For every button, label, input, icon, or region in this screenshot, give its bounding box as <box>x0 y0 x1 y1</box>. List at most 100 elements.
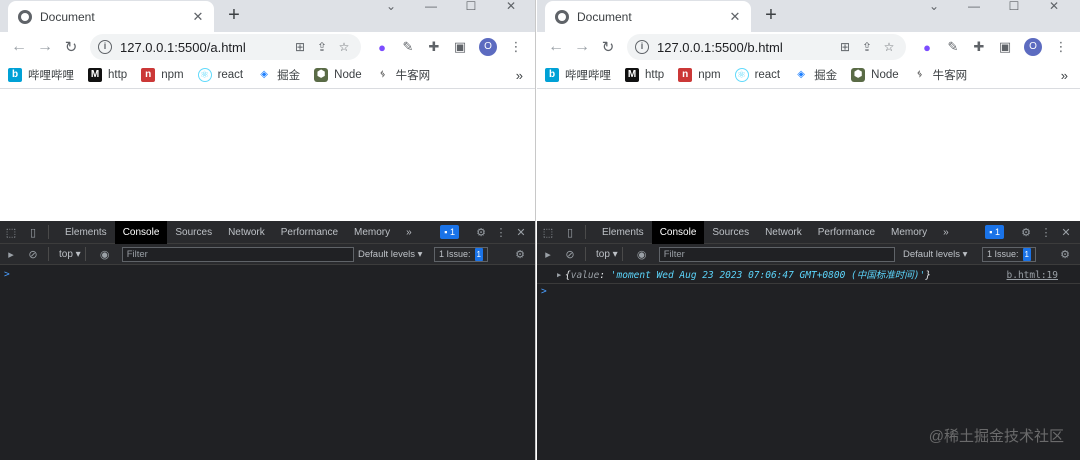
bookmark-node[interactable]: ⬢ Node <box>851 68 899 82</box>
clear-console-icon[interactable]: ⊘ <box>559 248 581 261</box>
console-prompt[interactable]: > <box>0 267 535 283</box>
settings-gear-icon[interactable]: ⚙ <box>471 226 491 239</box>
bookmark-react[interactable]: ⚛ react <box>734 68 780 82</box>
extension-icon[interactable]: ✎ <box>395 39 421 55</box>
context-selector[interactable]: top ▾ <box>596 249 618 260</box>
extension-icon[interactable]: ● <box>369 40 395 55</box>
inspect-element-icon[interactable]: ⬚ <box>0 226 22 239</box>
close-window-icon[interactable]: ✕ <box>491 0 531 14</box>
bookmarks-overflow-button[interactable]: » <box>1061 68 1068 83</box>
bookmark-star-icon[interactable]: ☆ <box>878 40 900 54</box>
expand-triangle-icon[interactable]: ▶ <box>557 267 561 284</box>
sidebar-toggle-icon[interactable]: ▸ <box>0 248 22 261</box>
new-tab-button[interactable]: + <box>224 4 244 26</box>
eye-icon[interactable]: ◉ <box>94 248 116 261</box>
devtools-tab-network[interactable]: Network <box>757 221 810 244</box>
bookmark-bilibili[interactable]: b 哔哩哔哩 <box>545 67 611 83</box>
new-tab-button[interactable]: + <box>761 4 781 26</box>
message-count-badge[interactable]: ▪ 1 <box>440 225 459 239</box>
devtools-tab-memory[interactable]: Memory <box>346 221 398 244</box>
kebab-menu-icon[interactable]: ⋮ <box>491 226 511 239</box>
bookmark-http[interactable]: Mhttp <box>88 68 127 82</box>
bookmark-nowcoder[interactable]: ᛃ 牛客网 <box>912 67 967 83</box>
console-filter-input[interactable]: Filter <box>658 246 895 262</box>
message-count-badge[interactable]: ▪ 1 <box>985 225 1004 239</box>
tab-search-icon[interactable]: ⌄ <box>371 0 411 14</box>
info-icon[interactable]: i <box>98 40 112 54</box>
devtools-tab-elements[interactable]: Elements <box>594 221 652 244</box>
puzzle-icon[interactable]: ✚ <box>421 39 447 55</box>
reload-icon[interactable]: ↻ <box>595 38 621 56</box>
issues-button[interactable]: 1 Issue: 1 <box>434 247 488 262</box>
side-panel-icon[interactable]: ▣ <box>992 39 1018 55</box>
share-icon[interactable]: ⇪ <box>311 40 333 54</box>
eye-icon[interactable]: ◉ <box>631 248 653 261</box>
more-tabs-button[interactable]: » <box>398 221 420 244</box>
devtools-tab-console[interactable]: Console <box>651 220 705 244</box>
puzzle-icon[interactable]: ✚ <box>966 39 992 55</box>
log-levels-dropdown[interactable]: Default levels ▾ <box>903 249 967 260</box>
reload-icon[interactable]: ↻ <box>58 38 84 56</box>
console-filter-input[interactable]: Filter <box>121 246 354 262</box>
close-window-icon[interactable]: ✕ <box>1034 0 1074 14</box>
back-icon[interactable]: ← <box>543 38 569 56</box>
browser-tab[interactable]: Document ✕ <box>545 1 751 32</box>
settings-gear-icon[interactable]: ⚙ <box>1016 226 1036 239</box>
bookmark-react[interactable]: ⚛ react <box>197 68 243 82</box>
device-toolbar-icon[interactable]: ▯ <box>559 226 581 239</box>
devtools-tab-network[interactable]: Network <box>220 221 273 244</box>
address-bar[interactable]: i 127.0.0.1:5500/b.html ⊞ ⇪ ☆ <box>627 34 906 60</box>
profile-avatar[interactable]: O <box>1024 38 1042 56</box>
bookmarks-overflow-button[interactable]: » <box>516 68 523 83</box>
console-prompt[interactable]: > <box>537 284 1080 300</box>
close-devtools-icon[interactable]: ✕ <box>1056 226 1076 239</box>
log-levels-dropdown[interactable]: Default levels ▾ <box>358 249 422 260</box>
bookmark-juejin[interactable]: ◈ 掘金 <box>257 67 300 83</box>
issues-button[interactable]: 1 Issue: 1 <box>982 247 1036 262</box>
menu-icon[interactable]: ⋮ <box>503 39 529 55</box>
tab-search-icon[interactable]: ⌄ <box>914 0 954 14</box>
maximize-icon[interactable]: ☐ <box>451 0 491 14</box>
bookmark-node[interactable]: ⬢ Node <box>314 68 362 82</box>
inspect-element-icon[interactable]: ⬚ <box>537 226 559 239</box>
minimize-icon[interactable]: — <box>954 0 994 14</box>
devtools-tab-memory[interactable]: Memory <box>883 221 935 244</box>
translate-icon[interactable]: ⊞ <box>289 40 311 54</box>
share-icon[interactable]: ⇪ <box>856 40 878 54</box>
close-devtools-icon[interactable]: ✕ <box>511 226 531 239</box>
extension-icon[interactable]: ● <box>914 40 940 55</box>
bookmark-npm[interactable]: n npm <box>678 68 721 82</box>
devtools-tab-performance[interactable]: Performance <box>273 221 346 244</box>
device-toolbar-icon[interactable]: ▯ <box>22 226 44 239</box>
back-icon[interactable]: ← <box>6 38 32 56</box>
bookmark-nowcoder[interactable]: ᛃ 牛客网 <box>375 67 430 83</box>
context-selector[interactable]: top ▾ <box>59 249 81 260</box>
console-settings-icon[interactable]: ⚙ <box>509 248 531 261</box>
translate-icon[interactable]: ⊞ <box>834 40 856 54</box>
profile-avatar[interactable]: O <box>479 38 497 56</box>
close-tab-icon[interactable]: ✕ <box>190 9 206 25</box>
devtools-tab-sources[interactable]: Sources <box>704 221 757 244</box>
bookmark-npm[interactable]: n npm <box>141 68 184 82</box>
address-bar[interactable]: i 127.0.0.1:5500/a.html ⊞ ⇪ ☆ <box>90 34 361 60</box>
sidebar-toggle-icon[interactable]: ▸ <box>537 248 559 261</box>
bookmark-star-icon[interactable]: ☆ <box>333 40 355 54</box>
info-icon[interactable]: i <box>635 40 649 54</box>
bookmark-bilibili[interactable]: b 哔哩哔哩 <box>8 67 74 83</box>
close-tab-icon[interactable]: ✕ <box>727 9 743 25</box>
devtools-tab-performance[interactable]: Performance <box>810 221 883 244</box>
minimize-icon[interactable]: — <box>411 0 451 14</box>
forward-icon[interactable]: → <box>569 38 595 56</box>
bookmark-http[interactable]: Mhttp <box>625 68 664 82</box>
side-panel-icon[interactable]: ▣ <box>447 39 473 55</box>
devtools-tab-sources[interactable]: Sources <box>167 221 220 244</box>
kebab-menu-icon[interactable]: ⋮ <box>1036 226 1056 239</box>
browser-tab[interactable]: Document ✕ <box>8 1 214 32</box>
forward-icon[interactable]: → <box>32 38 58 56</box>
console-settings-icon[interactable]: ⚙ <box>1054 248 1076 261</box>
url-text[interactable]: 127.0.0.1:5500/a.html <box>120 40 289 55</box>
maximize-icon[interactable]: ☐ <box>994 0 1034 14</box>
log-source-link[interactable]: b.html:19 <box>1007 267 1058 284</box>
bookmark-juejin[interactable]: ◈ 掘金 <box>794 67 837 83</box>
clear-console-icon[interactable]: ⊘ <box>22 248 44 261</box>
